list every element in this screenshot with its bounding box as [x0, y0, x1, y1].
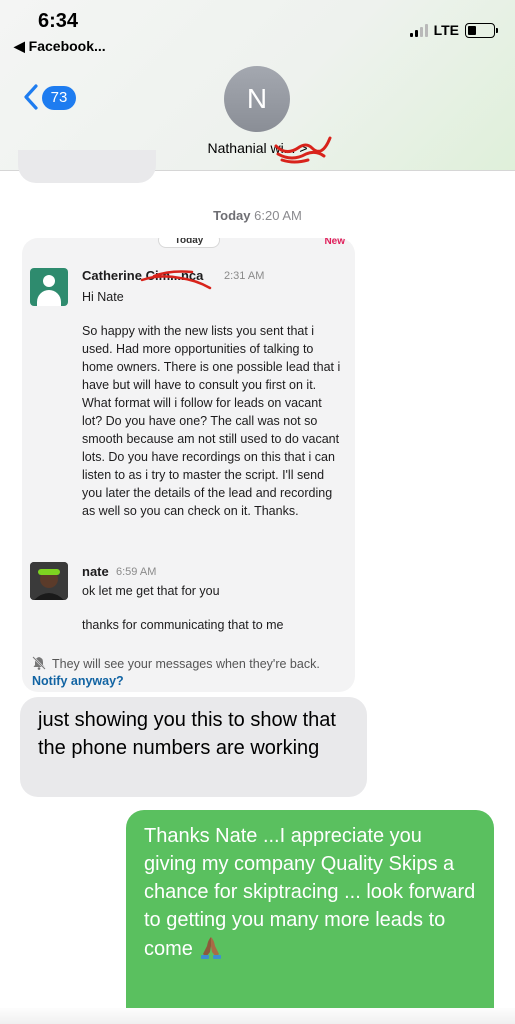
battery-level-fill [468, 25, 477, 35]
slack-message-text: So happy with the new lists you sent tha… [82, 324, 341, 518]
status-indicators: LTE [409, 22, 498, 38]
timestamp-day: Today [213, 208, 251, 223]
keyboard-area-edge [0, 1008, 515, 1024]
conversation-header: 6:34 ◀ Facebook... LTE 73 N Nathanial wi… [0, 0, 515, 171]
battery-icon [465, 22, 498, 38]
redaction-scribble [274, 136, 332, 164]
muted-bell-icon [32, 656, 46, 670]
slack-user-avatar [30, 268, 68, 306]
slack-notify-footer: They will see your messages when they're… [32, 656, 352, 690]
outgoing-message-text: Thanks Nate ...I appreciate you giving m… [144, 825, 476, 960]
slack-message-text: ok let me get that for you [82, 584, 220, 598]
back-to-app-link[interactable]: ◀ Facebook... [14, 38, 106, 55]
contact-avatar[interactable]: N [224, 66, 290, 132]
status-time: 6:34 [38, 10, 79, 32]
notify-anyway-link[interactable]: Notify anyway? [32, 674, 124, 688]
timestamp-time: 6:20 AM [254, 208, 302, 223]
incoming-message-bubble[interactable]: just showing you this to show that the p… [20, 697, 367, 797]
previous-message-bubble [18, 150, 156, 183]
back-chevron-icon[interactable] [22, 84, 40, 110]
slack-date-pill: Today [158, 238, 220, 248]
incoming-message-text: just showing you this to show that the p… [38, 709, 336, 759]
praying-hands-emoji-icon [201, 937, 222, 959]
outgoing-message-bubble[interactable]: Thanks Nate ...I appreciate you giving m… [126, 810, 494, 1024]
slack-footer-text: They will see your messages when they're… [52, 657, 320, 671]
message-timestamp: Today 6:20 AM [0, 208, 515, 223]
slack-nate-avatar [30, 562, 68, 600]
slack-message-text: thanks for communicating that to me [82, 618, 284, 632]
unread-count-badge[interactable]: 73 [42, 86, 76, 110]
slack-greeting: Hi Nate [82, 290, 124, 304]
slack-new-label: New [324, 238, 345, 247]
network-label: LTE [433, 22, 459, 38]
slack-message-time: 6:59 AM [116, 566, 157, 578]
slack-message-time: 2:31 AM [224, 270, 265, 282]
slack-sender-name: nate [82, 564, 109, 579]
signal-strength-icon [409, 23, 428, 37]
slack-screenshot-attachment[interactable]: Today New Catherine Cim...nca 2:31 AM Hi… [22, 238, 355, 692]
